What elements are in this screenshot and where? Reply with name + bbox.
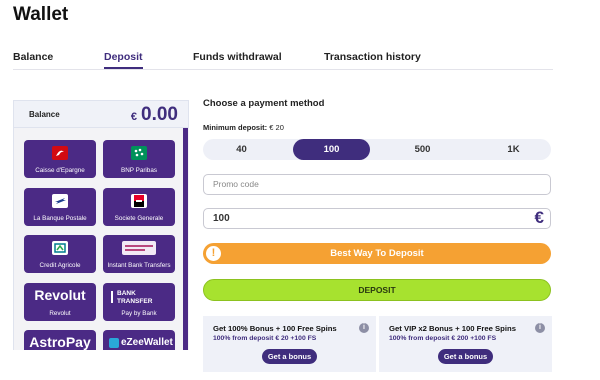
balance-value: 0.00 xyxy=(141,104,178,125)
amount-option-500[interactable]: 500 xyxy=(384,139,461,160)
bonus-subtitle: 100% from deposit € 200 +100 FS xyxy=(389,335,497,342)
amount-option-40[interactable]: 40 xyxy=(203,139,280,160)
payment-method-heading: Choose a payment method xyxy=(203,98,325,109)
best-way-label: Best Way To Deposit xyxy=(330,248,424,259)
method-ezeewallet[interactable]: eZeeWallet xyxy=(103,330,175,350)
ezeewallet-icon xyxy=(109,338,119,348)
methods-scrollbar[interactable] xyxy=(183,128,188,350)
info-icon[interactable]: i xyxy=(359,323,369,333)
method-la-banque-postale[interactable]: La Banque Postale xyxy=(24,188,96,226)
societe-generale-icon xyxy=(131,194,147,208)
method-label: Caisse d'Epargne xyxy=(35,167,85,174)
balance-summary: Balance €0.00 xyxy=(13,100,189,128)
deposit-amount-value: 100 xyxy=(213,213,230,224)
amount-option-1k[interactable]: 1K xyxy=(475,139,552,160)
promo-code-input[interactable]: Promo code xyxy=(203,174,551,195)
best-way-to-deposit-button[interactable]: ! Best Way To Deposit xyxy=(203,243,551,264)
deposit-amount-input[interactable]: 100 € xyxy=(203,208,551,229)
tab-transaction-history[interactable]: Transaction history xyxy=(324,51,421,63)
method-label: Societe Generale xyxy=(114,215,164,222)
wallet-tabs: Balance Deposit Funds withdrawal Transac… xyxy=(13,51,553,70)
bonus-subtitle: 100% from deposit € 20 +100 FS xyxy=(213,335,317,342)
get-bonus-button[interactable]: Get a bonus xyxy=(262,349,317,364)
deposit-button[interactable]: DEPOSIT xyxy=(203,279,551,301)
minimum-deposit-value: € 20 xyxy=(269,123,284,132)
minimum-deposit: Minimum deposit: € 20 xyxy=(203,123,284,132)
methods-grid: Caisse d'Epargne BNP Paribas La Banque P… xyxy=(13,128,189,350)
bonus-title: Get 100% Bonus + 100 Free Spins xyxy=(213,324,337,333)
method-label: BNP Paribas xyxy=(121,167,157,174)
method-label: Credit Agricole xyxy=(39,262,81,269)
method-credit-agricole[interactable]: Credit Agricole xyxy=(24,235,96,273)
method-label: Revolut xyxy=(49,310,71,317)
credit-agricole-icon xyxy=(52,241,68,255)
payment-methods-panel: Balance €0.00 Caisse d'Epargne BNP Parib… xyxy=(13,100,189,350)
ezeewallet-logo: eZeeWallet xyxy=(121,337,173,348)
balance-label: Balance xyxy=(29,110,60,119)
revolut-logo: Revolut xyxy=(34,287,86,303)
method-label: Pay by Bank xyxy=(121,310,157,317)
method-pay-by-bank[interactable]: BANK TRANSFER Pay by Bank xyxy=(103,283,175,321)
method-label: Instant Bank Transfers xyxy=(107,262,171,269)
la-banque-postale-icon xyxy=(52,194,68,208)
page-title: Wallet xyxy=(13,4,69,25)
bonus-card: Get 100% Bonus + 100 Free Spins 100% fro… xyxy=(203,316,376,372)
bonus-card: Get VIP x2 Bonus + 100 Free Spins 100% f… xyxy=(379,316,552,372)
tab-deposit[interactable]: Deposit xyxy=(104,51,143,69)
bonus-title: Get VIP x2 Bonus + 100 Free Spins xyxy=(389,324,516,333)
astropay-logo: AstroPay xyxy=(29,334,91,350)
method-instant-bank-transfers[interactable]: Instant Bank Transfers xyxy=(103,235,175,273)
method-societe-generale[interactable]: Societe Generale xyxy=(103,188,175,226)
bank-transfer-icon xyxy=(111,291,116,303)
tab-balance[interactable]: Balance xyxy=(13,51,53,63)
euro-icon: € xyxy=(534,208,544,227)
method-bnp-paribas[interactable]: BNP Paribas xyxy=(103,140,175,178)
bank-transfer-logo: BANK TRANSFER xyxy=(117,290,153,305)
balance-amount: €0.00 xyxy=(131,104,178,126)
minimum-deposit-label: Minimum deposit: xyxy=(203,123,268,132)
info-icon[interactable]: i xyxy=(535,323,545,333)
balance-currency: € xyxy=(130,111,138,123)
amount-option-100[interactable]: 100 xyxy=(293,139,370,160)
caisse-epargne-icon xyxy=(52,146,68,160)
method-astropay[interactable]: AstroPay xyxy=(24,330,96,350)
amount-selector: 40 100 500 1K xyxy=(203,139,551,160)
method-caisse-epargne[interactable]: Caisse d'Epargne xyxy=(24,140,96,178)
tab-funds-withdrawal[interactable]: Funds withdrawal xyxy=(193,51,282,63)
method-label: La Banque Postale xyxy=(33,215,87,222)
instant-bank-transfer-icon xyxy=(122,241,156,255)
bnp-paribas-icon xyxy=(131,146,147,160)
method-revolut[interactable]: Revolut Revolut xyxy=(24,283,96,321)
get-bonus-button[interactable]: Get a bonus xyxy=(438,349,493,364)
